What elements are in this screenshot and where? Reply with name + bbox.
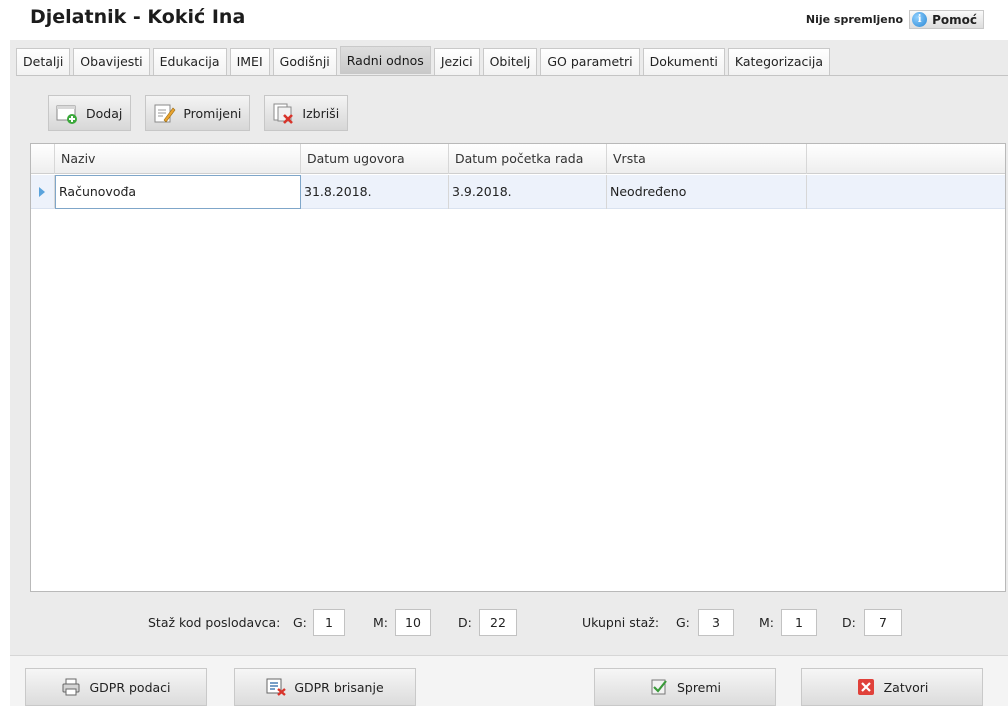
save-label: Spremi (676, 679, 722, 695)
list-delete-icon (266, 678, 287, 696)
total-d-label: D: (842, 615, 856, 630)
column-datum-pocetka[interactable]: Datum početka rada (449, 144, 607, 174)
status-area: Nije spremljeno i Pomoć (806, 10, 984, 29)
edit-label: Promijeni (183, 105, 242, 121)
save-icon (649, 678, 669, 696)
help-label: Pomoć (932, 12, 977, 27)
title-bar: Djelatnik - Kokić Ina Nije spremljeno i … (10, 0, 1008, 40)
employer-m-label: M: (373, 615, 388, 630)
save-button[interactable]: Spremi (594, 668, 776, 706)
edit-button[interactable]: Promijeni (145, 95, 251, 131)
add-button[interactable]: Dodaj (48, 95, 132, 131)
tab-edukacija[interactable]: Edukacija (152, 48, 227, 75)
close-icon (856, 678, 876, 696)
total-staz-label: Ukupni staž: (582, 615, 660, 630)
close-button[interactable]: Zatvori (801, 668, 983, 706)
add-document-icon (55, 101, 79, 125)
cell-datum-ugovora[interactable]: 31.8.2018. (301, 175, 449, 209)
employer-months-field[interactable]: 10 (395, 609, 431, 636)
header-row-marker (31, 144, 55, 174)
tab-obavijesti[interactable]: Obavijesti (73, 48, 150, 75)
footer-bar: GDPR podaci GDPR brisanje Spremi Zatvori (10, 655, 1008, 706)
column-vrsta[interactable]: Vrsta (607, 144, 807, 174)
column-naziv[interactable]: Naziv (55, 144, 301, 174)
tab-radni-odnos[interactable]: Radni odnos (339, 46, 431, 74)
tab-imei[interactable]: IMEI (229, 48, 270, 75)
gdpr-data-button[interactable]: GDPR podaci (25, 668, 207, 706)
delete-button[interactable]: Izbriši (264, 95, 349, 131)
gdpr-delete-label: GDPR brisanje (294, 679, 384, 695)
delete-document-icon (271, 101, 295, 125)
cell-vrsta[interactable]: Neodređeno (607, 175, 807, 209)
employment-grid: Naziv Datum ugovora Datum početka rada V… (30, 143, 1006, 592)
employer-years-field[interactable]: 1 (313, 609, 345, 636)
employee-window: Djelatnik - Kokić Ina Nije spremljeno i … (10, 0, 1008, 706)
total-years-field[interactable]: 3 (698, 609, 734, 636)
grid-header: Naziv Datum ugovora Datum početka rada V… (31, 144, 1005, 174)
gdpr-data-label: GDPR podaci (89, 679, 171, 695)
tab-go-parametri[interactable]: GO parametri (540, 48, 640, 75)
tab-kategorizacija[interactable]: Kategorizacija (727, 48, 830, 75)
employer-staz-label: Staž kod poslodavca: (148, 615, 281, 630)
table-row[interactable]: Računovođa 31.8.2018. 3.9.2018. Neodređe… (31, 175, 1005, 209)
save-status: Nije spremljeno (805, 13, 904, 26)
employer-days-field[interactable]: 22 (479, 609, 517, 636)
employer-g-label: G: (293, 615, 307, 630)
total-days-field[interactable]: 7 (864, 609, 902, 636)
tab-godisnji[interactable]: Godišnji (272, 48, 337, 75)
window-title: Djelatnik - Kokić Ina (30, 6, 246, 28)
employer-d-label: D: (458, 615, 472, 630)
row-pointer-icon (39, 187, 45, 197)
close-label: Zatvori (883, 679, 929, 695)
column-filler (807, 144, 1005, 174)
row-marker (31, 175, 55, 208)
tab-bar: Detalji Obavijesti Edukacija IMEI Godišn… (16, 46, 833, 76)
edit-document-icon (152, 101, 176, 125)
cell-datum-pocetka[interactable]: 3.9.2018. (449, 175, 607, 209)
tab-obitelj[interactable]: Obitelj (482, 48, 538, 75)
help-button[interactable]: i Pomoć (909, 10, 984, 29)
info-icon: i (912, 12, 928, 27)
gdpr-delete-button[interactable]: GDPR brisanje (234, 668, 416, 706)
tab-dokumenti[interactable]: Dokumenti (642, 48, 725, 75)
service-summary: Staž kod poslodavca: G: 1 M: 10 D: 22 Uk… (10, 608, 1008, 638)
delete-label: Izbriši (302, 105, 340, 121)
cell-filler (807, 175, 1005, 209)
add-label: Dodaj (86, 105, 123, 121)
total-g-label: G: (676, 615, 690, 630)
tab-jezici[interactable]: Jezici (433, 48, 480, 75)
tab-detalji[interactable]: Detalji (16, 48, 71, 75)
total-months-field[interactable]: 1 (781, 609, 817, 636)
printer-icon (61, 678, 81, 696)
cell-naziv[interactable]: Računovođa (55, 175, 301, 209)
total-m-label: M: (759, 615, 774, 630)
column-datum-ugovora[interactable]: Datum ugovora (301, 144, 449, 174)
tab-divider (16, 75, 1008, 76)
toolbar: Dodaj Promijeni Izbriši (48, 95, 362, 131)
